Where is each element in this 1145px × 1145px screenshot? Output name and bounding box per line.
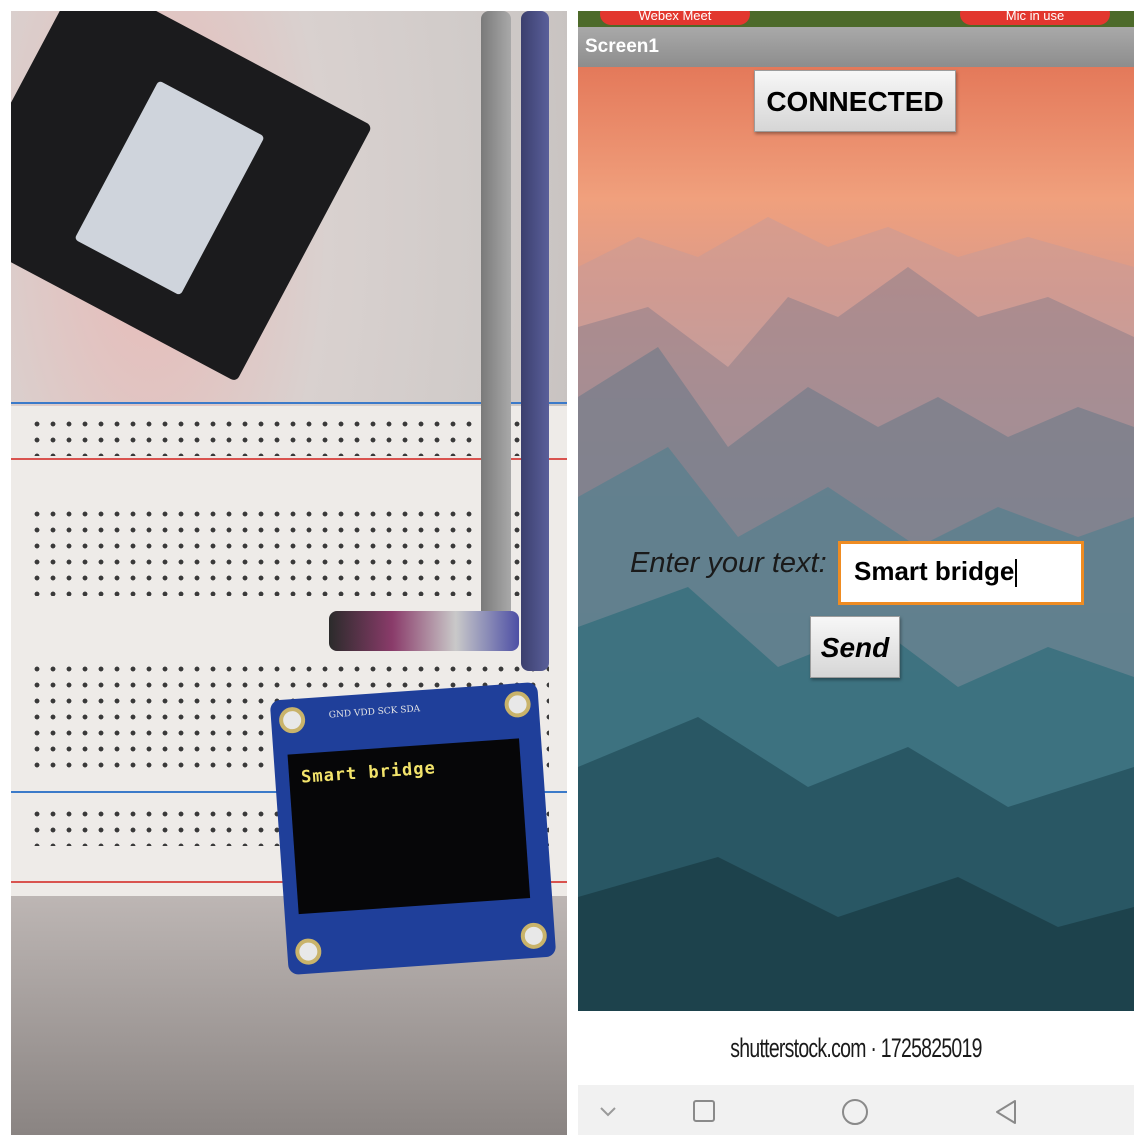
oled-pin-labels: GND VDD SCK SDA [328, 704, 421, 721]
image-watermark-strip: shutterstock.com · 1725825019 [578, 1011, 1134, 1085]
send-button[interactable]: Send [810, 616, 900, 678]
microcontroller-board [11, 11, 373, 382]
mountain-silhouettes [578, 217, 1134, 1011]
jumper-wire [481, 11, 511, 651]
oled-screen: Smart bridge [287, 738, 531, 915]
jumper-wire [329, 611, 519, 651]
jumper-wire [521, 11, 549, 671]
app-title-bar: Screen1 [578, 27, 1134, 67]
phone-screen: Webex Meet Mic in use Screen1 CONNECTED … [578, 11, 1134, 1135]
webex-meet-pill[interactable]: Webex Meet [600, 11, 750, 25]
text-caret [1015, 559, 1018, 588]
mic-in-use-pill[interactable]: Mic in use [960, 11, 1110, 25]
connected-button[interactable]: CONNECTED [754, 70, 956, 132]
message-text-input[interactable]: Smart bridge [838, 541, 1084, 605]
hardware-photo: GND VDD SCK SDA Smart bridge [11, 11, 567, 1135]
enter-text-label: Enter your text: [630, 547, 827, 579]
mountain-background-image [578, 67, 1134, 1011]
image-watermark: shutterstock.com · 1725825019 [730, 1033, 982, 1063]
back-triangle-icon[interactable] [993, 1098, 1019, 1126]
android-nav-bar [578, 1085, 1134, 1135]
chevron-down-icon[interactable] [598, 1105, 618, 1119]
screen-title: Screen1 [585, 36, 659, 57]
recents-square-icon[interactable] [692, 1099, 716, 1123]
message-input-value: Smart bridge [854, 556, 1015, 586]
oled-display-text: Smart bridge [300, 758, 437, 788]
wifi-module [74, 80, 265, 296]
oled-display-module: GND VDD SCK SDA Smart bridge [269, 681, 557, 976]
notification-bar: Webex Meet Mic in use [578, 11, 1134, 27]
home-circle-icon[interactable] [841, 1098, 869, 1126]
